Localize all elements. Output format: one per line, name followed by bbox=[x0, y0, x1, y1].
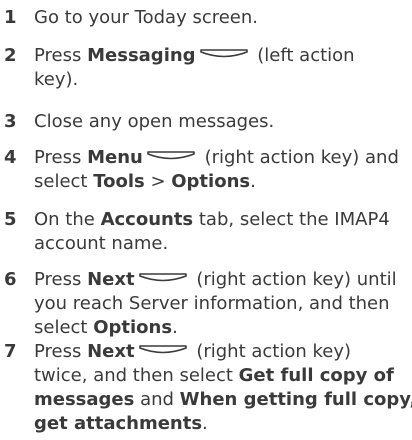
step-text-run: account name. bbox=[34, 233, 169, 254]
step-number: 7 bbox=[4, 341, 17, 362]
step-bold-run: Options bbox=[171, 171, 251, 192]
step-text-run: tab, select the IMAP4 bbox=[193, 209, 390, 230]
step-number: 1 bbox=[4, 7, 17, 28]
step-line: On the Accounts tab, select the IMAP4 bbox=[34, 208, 412, 232]
step-line: select Tools > Options. bbox=[34, 170, 412, 194]
step-text-run: Press bbox=[34, 147, 88, 168]
step-text-run: . bbox=[250, 171, 256, 192]
step-text-run: Press bbox=[34, 45, 88, 66]
step-line: select Options. bbox=[34, 316, 412, 340]
step-text-run: . bbox=[172, 317, 178, 338]
step-line: Close any open messages. bbox=[34, 110, 412, 134]
step-bold-run: Messaging bbox=[87, 45, 196, 66]
step-text: On the Accounts tab, select the IMAP4 ac… bbox=[34, 208, 412, 256]
step-line: Press Messaging (left action bbox=[34, 44, 412, 68]
step-text-run: key). bbox=[34, 69, 79, 90]
step-line: account name. bbox=[34, 232, 412, 256]
step-text-run: you reach Server information, and then bbox=[34, 293, 390, 314]
step-line: Press Next (right action key) bbox=[34, 340, 412, 364]
step-text-run: . bbox=[202, 413, 208, 434]
step-number: 6 bbox=[4, 269, 17, 290]
step-text-run: Go to your Today screen. bbox=[34, 7, 259, 28]
step-text-run: and bbox=[134, 389, 180, 410]
step-line: you reach Server information, and then bbox=[34, 292, 412, 316]
step-bold-run: Options bbox=[93, 317, 173, 338]
step-number: 5 bbox=[4, 209, 17, 230]
right-action-key-icon bbox=[147, 151, 195, 161]
step-line: Press Menu (right action key) and bbox=[34, 146, 412, 170]
step-text: Go to your Today screen. bbox=[34, 6, 412, 30]
step-bold-run: Accounts bbox=[100, 209, 194, 230]
step-line: get attachments. bbox=[34, 412, 412, 436]
step-text-run: (left action bbox=[251, 45, 355, 66]
step-bold-run: Get full copy of bbox=[238, 365, 394, 386]
left-action-key-icon bbox=[199, 49, 248, 59]
step-bold-run: Next bbox=[87, 341, 135, 362]
step-text-run: (right action key) bbox=[190, 341, 352, 362]
step-bold-run: When getting full copy, bbox=[179, 389, 412, 410]
step-text-run: (right action key) until bbox=[190, 269, 397, 290]
step-line: messages and When getting full copy, bbox=[34, 388, 412, 412]
step-text: Close any open messages. bbox=[34, 110, 412, 134]
step-number: 4 bbox=[4, 147, 17, 168]
right-action-key-icon bbox=[138, 273, 187, 283]
step-text-run: Press bbox=[34, 269, 88, 290]
right-action-key-icon bbox=[138, 345, 187, 355]
step-text-run: > bbox=[144, 171, 172, 192]
step-bold-run: get attachments bbox=[34, 413, 203, 434]
step-line: Go to your Today screen. bbox=[34, 6, 412, 30]
step-line: Press Next (right action key) until bbox=[34, 268, 412, 292]
step-text-run: Close any open messages. bbox=[34, 111, 275, 132]
step-bold-run: Next bbox=[87, 269, 135, 290]
step-text-run: twice, and then select bbox=[34, 365, 239, 386]
step-text-run: select bbox=[34, 317, 94, 338]
step-text: Press Messaging (left action key). bbox=[34, 44, 412, 92]
step-number: 2 bbox=[4, 45, 17, 66]
step-bold-run: Tools bbox=[93, 171, 145, 192]
step-text: Press Next (right action key) twice, and… bbox=[34, 340, 412, 436]
step-text-run: On the bbox=[34, 209, 101, 230]
step-number: 3 bbox=[4, 111, 17, 132]
step-text: Press Menu (right action key) and select… bbox=[34, 146, 412, 194]
step-bold-run: Menu bbox=[87, 147, 143, 168]
step-text: Press Next (right action key) until you … bbox=[34, 268, 412, 340]
step-text-run: Press bbox=[34, 341, 88, 362]
step-text-run: (right action key) and bbox=[198, 147, 399, 168]
step-line: twice, and then select Get full copy of bbox=[34, 364, 412, 388]
step-bold-run: messages bbox=[34, 389, 135, 410]
step-text-run: select bbox=[34, 171, 94, 192]
step-line: key). bbox=[34, 68, 412, 92]
